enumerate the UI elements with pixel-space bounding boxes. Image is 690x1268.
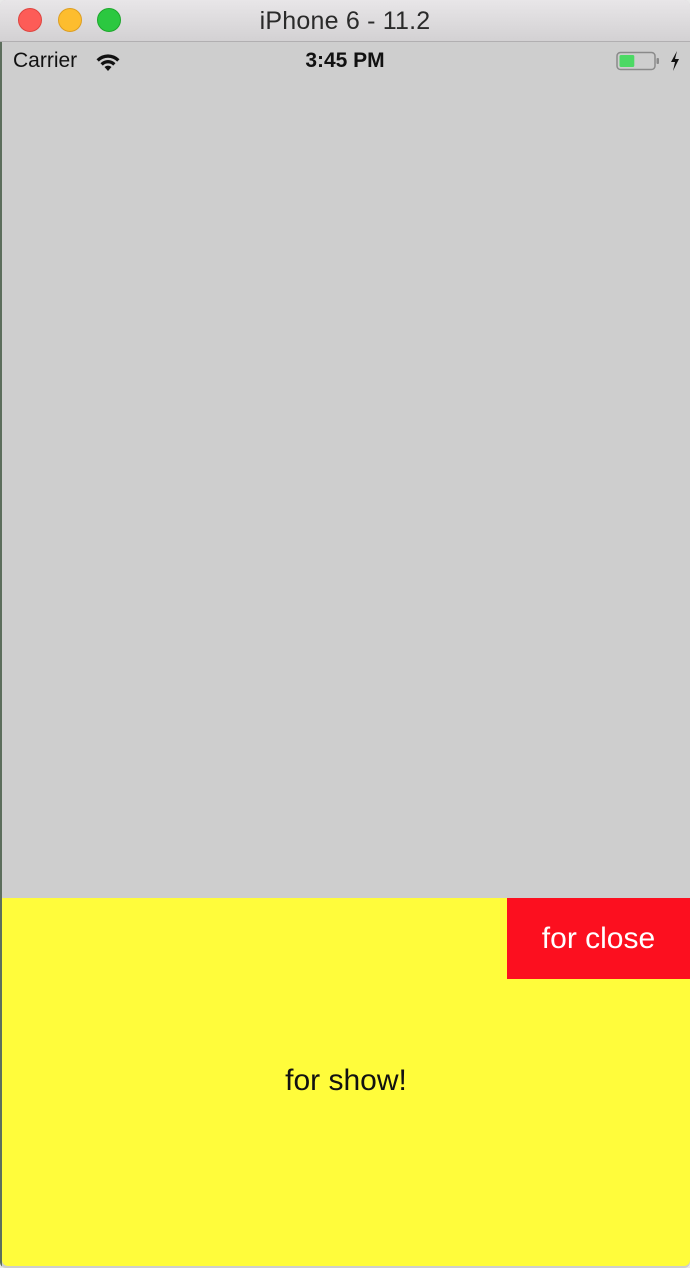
- show-label: for show!: [285, 1064, 407, 1097]
- battery-fill: [619, 55, 635, 67]
- main-content-area: [0, 80, 690, 898]
- charging-bolt-icon: [671, 51, 679, 71]
- battery-icon: [616, 51, 659, 71]
- close-button[interactable]: for close: [507, 898, 690, 979]
- bottom-sheet: for close for show!: [2, 898, 690, 1266]
- status-time: 3:45 PM: [305, 49, 385, 72]
- window-title: iPhone 6 - 11.2: [259, 7, 431, 35]
- ios-status-bar: Carrier 3:45 PM: [0, 42, 690, 80]
- window-titlebar[interactable]: iPhone 6 - 11.2: [0, 0, 690, 42]
- simulator-window: iPhone 6 - 11.2 Carrier 3:45 PM for clos…: [0, 0, 690, 1268]
